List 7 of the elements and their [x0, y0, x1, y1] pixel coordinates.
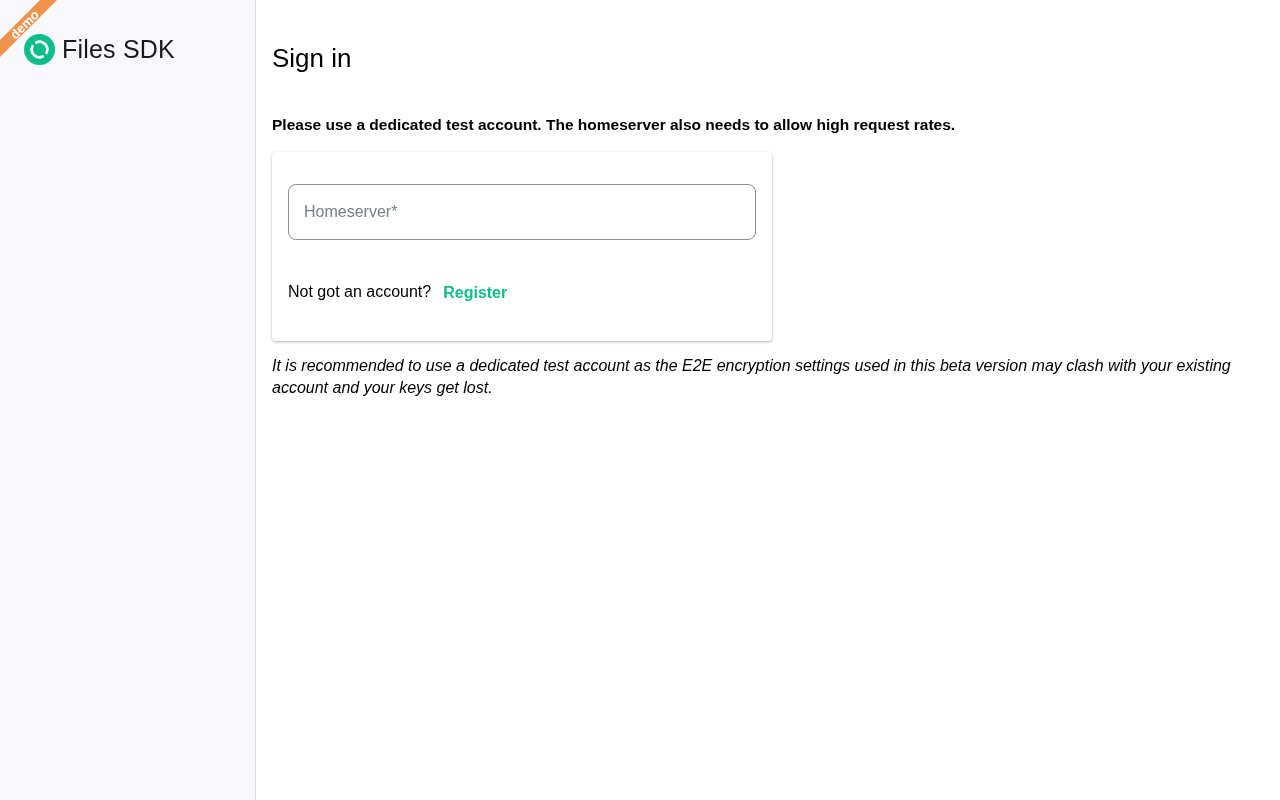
app-name: Files SDK — [62, 34, 175, 65]
recommendation-note: It is recommended to use a dedicated test account as the E2E encryption settings used in this beta version may clash with your existing account and your keys get lost. — [272, 356, 1232, 398]
homeserver-input[interactable]: Homeserver* — [288, 184, 756, 240]
register-prompt: Not got an account? — [288, 282, 432, 302]
register-link[interactable]: Register — [443, 282, 508, 304]
notice-text: Please use a dedicated test account. The homeserver also needs to allow high request rates. — [272, 115, 957, 135]
page-title: Sign in — [272, 42, 353, 75]
